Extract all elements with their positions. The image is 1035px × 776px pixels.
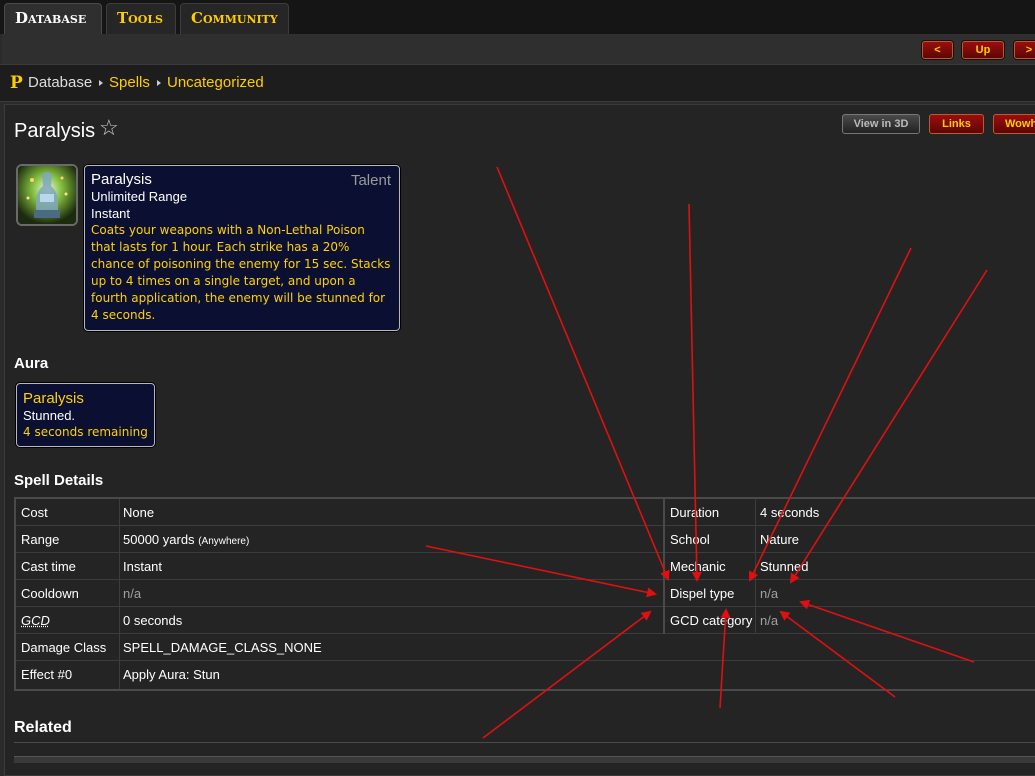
divider [14,742,1035,743]
next-button[interactable]: > [1014,41,1035,59]
aura-effect: Stunned. [23,408,76,423]
previous-button[interactable]: < [922,41,953,59]
tooltip-description-line: that lasts for 1 hour. Each strike has a… [91,240,350,254]
tab-tools[interactable]: Tools [106,3,176,34]
links-button[interactable]: Links [929,114,984,134]
row-label: Cast time [21,559,76,574]
row-value: None [123,505,155,520]
row-label: Duration [670,505,720,520]
row-label: Dispel type [670,586,735,601]
favorite-star-icon[interactable]: ☆ [99,115,119,141]
row-value: n/a [760,586,779,601]
tooltip-range: Unlimited Range [91,189,188,204]
tooltip-description-line: 4 seconds. [91,308,156,322]
breadcrumb: P Database Spells Uncategorized [0,64,1035,102]
aura-remaining: 4 seconds remaining [23,425,148,439]
table-row: Effect #0 Apply Aura: Stun [16,661,1035,688]
spell-details-heading: Spell Details [14,472,104,489]
tab-community[interactable]: Community [180,3,289,34]
tooltip-description-line: up to 4 times on a single target, and up… [91,274,356,288]
view-in-3d-button[interactable]: View in 3D [842,114,920,134]
range-note: (Anywhere) [198,536,250,547]
site-logo-icon[interactable]: P [10,73,23,93]
row-value: SPELL_DAMAGE_CLASS_NONE [123,640,322,655]
table-row: Mechanic Stunned [665,553,1035,580]
table-row: Dispel type n/a [665,580,1035,607]
row-value: n/a [760,613,779,628]
row-label: School [670,532,710,547]
row-value: Instant [123,559,163,574]
table-row: Range 50000 yards (Anywhere) [16,526,663,553]
table-row: Duration 4 seconds [665,499,1035,526]
aura-name: Paralysis [23,390,84,407]
table-row: Cast time Instant [16,553,663,580]
related-tabs-strip[interactable] [14,756,1035,763]
wowhead-button[interactable]: Wowh [993,114,1035,134]
column-divider [663,499,665,634]
row-value: Stunned [760,559,809,574]
row-label: Damage Class [21,640,107,655]
table-row: Cost None [16,499,663,526]
breadcrumb-database[interactable]: Database [28,74,92,92]
row-value: Apply Aura: Stun [123,667,220,682]
column-divider [755,499,756,634]
row-value: 0 seconds [123,613,183,628]
toolbar: < Up > [2,34,1035,64]
tooltip-spell-name: Paralysis [91,171,152,188]
aura-heading: Aura [14,355,49,372]
gcd-label[interactable]: GCD [21,607,50,634]
tooltip-talent-tag: Talent [350,172,391,189]
spell-icon[interactable] [16,164,78,226]
row-value: 50000 yards (Anywhere) [123,526,249,555]
top-tab-bar: Database Tools Community [0,0,1035,35]
table-row: Cooldown n/a [16,580,663,607]
table-row: GCD category n/a [665,607,1035,634]
table-row: School Nature [665,526,1035,553]
spell-details-table: Cost None Range 50000 yards (Anywhere) C… [14,497,1035,691]
column-divider [119,499,120,689]
row-label: GCD category [670,613,753,628]
table-row: Damage Class SPELL_DAMAGE_CLASS_NONE [16,634,1035,661]
up-button[interactable]: Up [962,41,1004,59]
tooltip-description-line: Coats your weapons with a Non-Lethal Poi… [91,223,365,237]
poison-flask-icon [18,166,76,224]
row-label: Cooldown [21,586,79,601]
page-title: Paralysis [14,120,96,142]
breadcrumb-uncategorized[interactable]: Uncategorized [167,74,264,92]
range-value: 50000 yards [123,532,195,547]
tooltip-description-line: chance of poisoning the enemy for 15 sec… [91,257,391,271]
row-label: Cost [21,505,48,520]
row-value: n/a [123,586,142,601]
breadcrumb-arrow-icon [99,80,103,86]
tab-database[interactable]: Database [4,3,102,35]
row-label: Range [21,532,60,547]
breadcrumb-spells[interactable]: Spells [109,74,150,92]
table-row: GCD 0 seconds [16,607,663,634]
tooltip-description-line: fourth application, the enemy will be st… [91,291,386,305]
breadcrumb-arrow-icon [157,80,161,86]
related-heading: Related [14,719,72,736]
aura-tooltip: Paralysis Stunned. 4 seconds remaining [16,383,155,447]
row-label: Effect #0 [21,667,73,682]
row-value: Nature [760,532,800,547]
row-value: 4 seconds [760,505,820,520]
spell-tooltip: Paralysis Talent Unlimited Range Instant… [84,165,400,331]
tooltip-cast-time: Instant [91,206,131,221]
row-label: Mechanic [670,559,726,574]
tooltip-description: Coats your weapons with a Non-Lethal Poi… [91,222,393,324]
